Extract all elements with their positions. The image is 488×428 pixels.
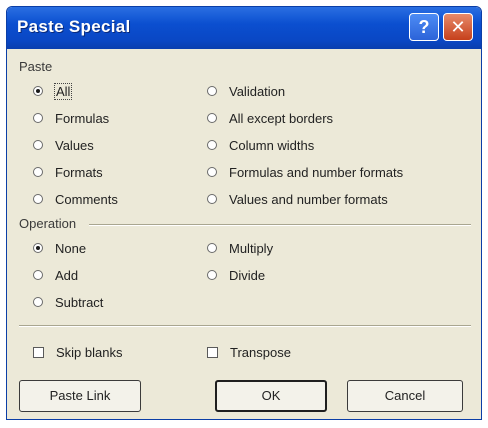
paste-radio-validation[interactable]: Validation bbox=[207, 82, 285, 100]
operation-add-label: Add bbox=[55, 267, 79, 283]
radio-icon[interactable] bbox=[207, 270, 217, 280]
paste-formulas-label: Formulas bbox=[55, 110, 110, 126]
paste-special-dialog: Paste Special ? ✕ Paste All Formulas Val… bbox=[6, 6, 482, 420]
paste-formats-label: Formats bbox=[55, 164, 103, 180]
checkbox-icon[interactable] bbox=[33, 346, 44, 358]
skip-blanks-label: Skip blanks bbox=[56, 344, 123, 360]
operation-divide-label: Divide bbox=[229, 267, 266, 283]
radio-icon[interactable] bbox=[207, 113, 217, 123]
paste-radio-values[interactable]: Values bbox=[33, 136, 94, 154]
paste-link-button[interactable]: Paste Link bbox=[19, 380, 141, 412]
radio-icon[interactable] bbox=[33, 167, 43, 177]
operation-radio-divide[interactable]: Divide bbox=[207, 266, 265, 284]
radio-icon[interactable] bbox=[207, 140, 217, 150]
transpose-checkbox[interactable]: Transpose bbox=[207, 343, 291, 361]
radio-icon[interactable] bbox=[207, 167, 217, 177]
skip-blanks-checkbox[interactable]: Skip blanks bbox=[33, 343, 122, 361]
paste-comments-label: Comments bbox=[55, 191, 118, 207]
operation-radio-multiply[interactable]: Multiply bbox=[207, 239, 273, 257]
close-icon[interactable]: ✕ bbox=[443, 13, 473, 41]
paste-radio-formulas-and-number-formats[interactable]: Formulas and number formats bbox=[207, 163, 403, 181]
operation-radio-subtract[interactable]: Subtract bbox=[33, 293, 103, 311]
paste-values-number-formats-label: Values and number formats bbox=[229, 191, 388, 207]
paste-values-label: Values bbox=[55, 137, 94, 153]
title-bar[interactable]: Paste Special ? ✕ bbox=[7, 7, 481, 49]
operation-section-label: Operation bbox=[19, 216, 77, 231]
help-icon[interactable]: ? bbox=[409, 13, 439, 41]
options-divider bbox=[19, 325, 471, 327]
paste-radio-all-except-borders[interactable]: All except borders bbox=[207, 109, 333, 127]
ok-button[interactable]: OK bbox=[215, 380, 327, 412]
paste-radio-all[interactable]: All bbox=[33, 82, 73, 100]
paste-radio-values-and-number-formats[interactable]: Values and number formats bbox=[207, 190, 388, 208]
cancel-button[interactable]: Cancel bbox=[347, 380, 463, 412]
paste-radio-column-widths[interactable]: Column widths bbox=[207, 136, 314, 154]
paste-all-label: All bbox=[53, 82, 73, 100]
operation-subtract-label: Subtract bbox=[55, 294, 104, 310]
checkbox-icon[interactable] bbox=[207, 346, 218, 358]
radio-icon[interactable] bbox=[207, 86, 217, 96]
paste-radio-formulas[interactable]: Formulas bbox=[33, 109, 109, 127]
paste-radio-comments[interactable]: Comments bbox=[33, 190, 118, 208]
radio-icon[interactable] bbox=[207, 243, 217, 253]
dialog-title: Paste Special bbox=[17, 17, 131, 36]
radio-icon[interactable] bbox=[33, 270, 43, 280]
radio-icon[interactable] bbox=[33, 243, 43, 253]
paste-formulas-number-formats-label: Formulas and number formats bbox=[229, 164, 404, 180]
radio-icon[interactable] bbox=[33, 194, 43, 204]
operation-radio-none[interactable]: None bbox=[33, 239, 86, 257]
radio-icon[interactable] bbox=[33, 140, 43, 150]
operation-none-label: None bbox=[55, 240, 87, 256]
operation-radio-add[interactable]: Add bbox=[33, 266, 78, 284]
radio-icon[interactable] bbox=[33, 113, 43, 123]
paste-radio-formats[interactable]: Formats bbox=[33, 163, 103, 181]
radio-icon[interactable] bbox=[33, 86, 43, 96]
operation-multiply-label: Multiply bbox=[229, 240, 274, 256]
paste-column-widths-label: Column widths bbox=[229, 137, 315, 153]
transpose-label: Transpose bbox=[230, 344, 291, 360]
radio-icon[interactable] bbox=[33, 297, 43, 307]
paste-all-except-borders-label: All except borders bbox=[229, 110, 334, 126]
paste-validation-label: Validation bbox=[229, 83, 286, 99]
paste-section-label: Paste bbox=[19, 59, 53, 74]
operation-divider bbox=[89, 224, 471, 226]
radio-icon[interactable] bbox=[207, 194, 217, 204]
